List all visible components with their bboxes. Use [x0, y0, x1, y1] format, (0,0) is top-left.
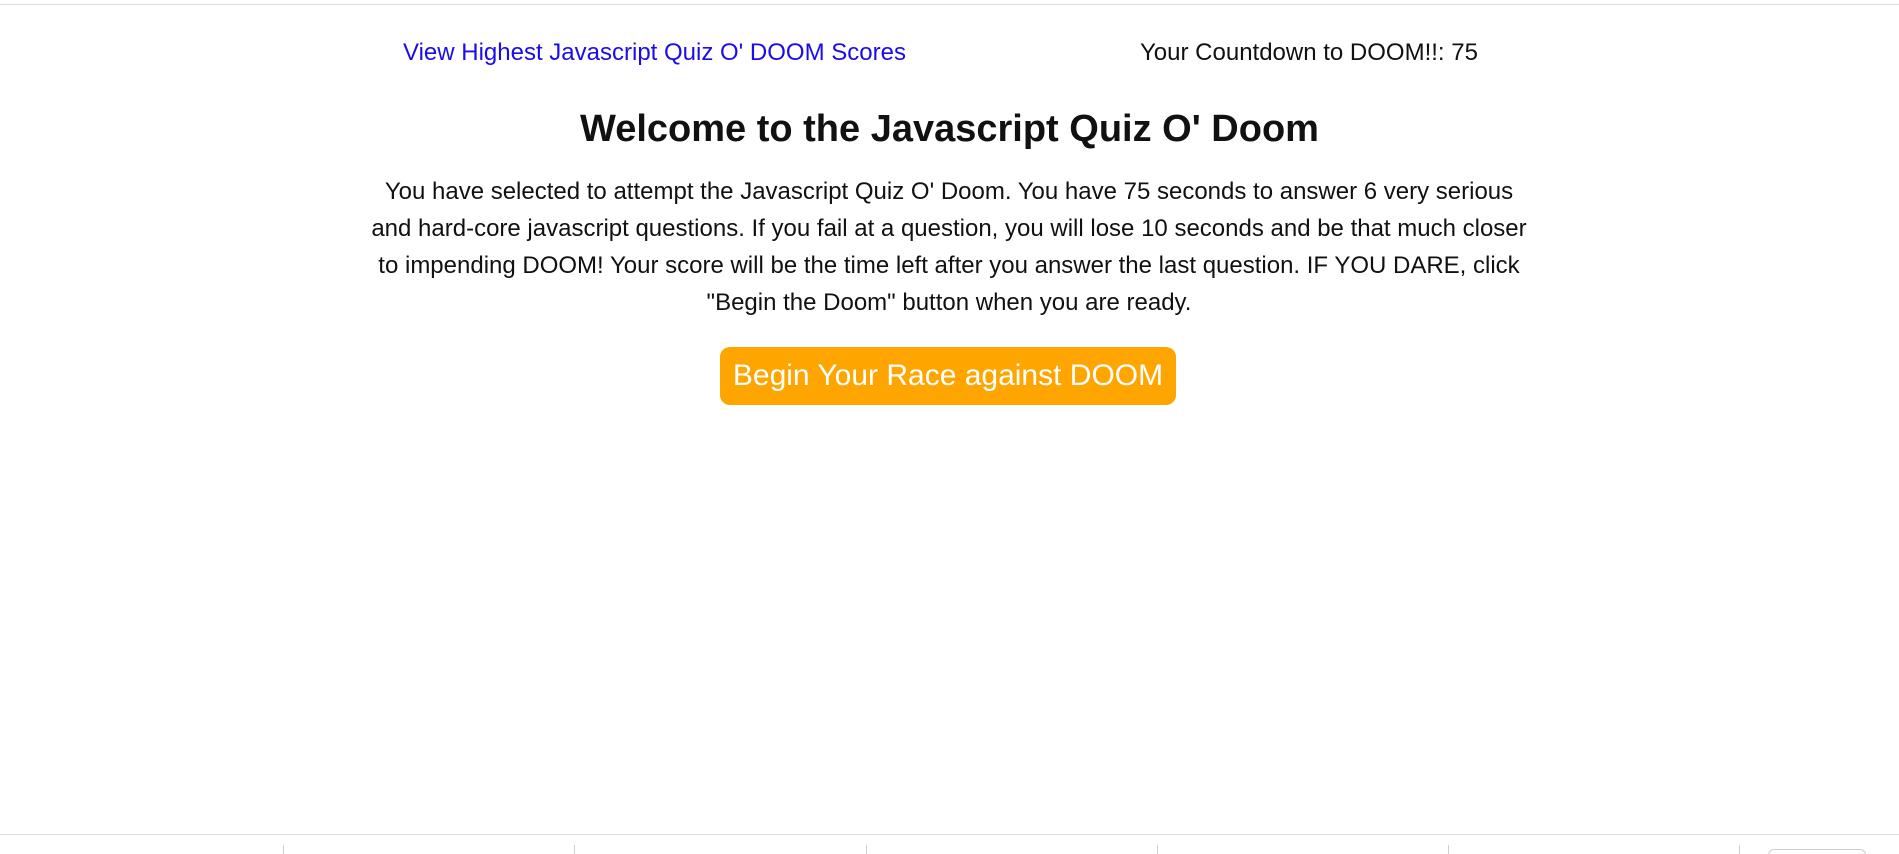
page-title: Welcome to the Javascript Quiz O' Doom — [580, 108, 1319, 150]
toolbar-tab[interactable] — [1768, 849, 1866, 854]
header: View Highest Javascript Quiz O' DOOM Sco… — [0, 39, 1899, 73]
toolbar-divider — [574, 845, 575, 854]
toolbar-divider — [283, 845, 284, 854]
toolbar-divider — [1448, 845, 1449, 854]
quiz-page: View Highest Javascript Quiz O' DOOM Sco… — [0, 0, 1899, 854]
begin-quiz-button[interactable]: Begin Your Race against DOOM — [720, 347, 1176, 405]
intro-paragraph: You have selected to attempt the Javascr… — [371, 178, 1527, 316]
countdown-timer: Your Countdown to DOOM!!: 75 — [1140, 39, 1478, 66]
toolbar-divider — [1157, 845, 1158, 854]
high-scores-link[interactable]: View Highest Javascript Quiz O' DOOM Sco… — [403, 39, 906, 67]
toolbar-divider — [1739, 845, 1740, 854]
bottom-toolbar — [0, 834, 1899, 854]
toolbar-divider — [866, 845, 867, 854]
top-divider — [0, 4, 1899, 5]
